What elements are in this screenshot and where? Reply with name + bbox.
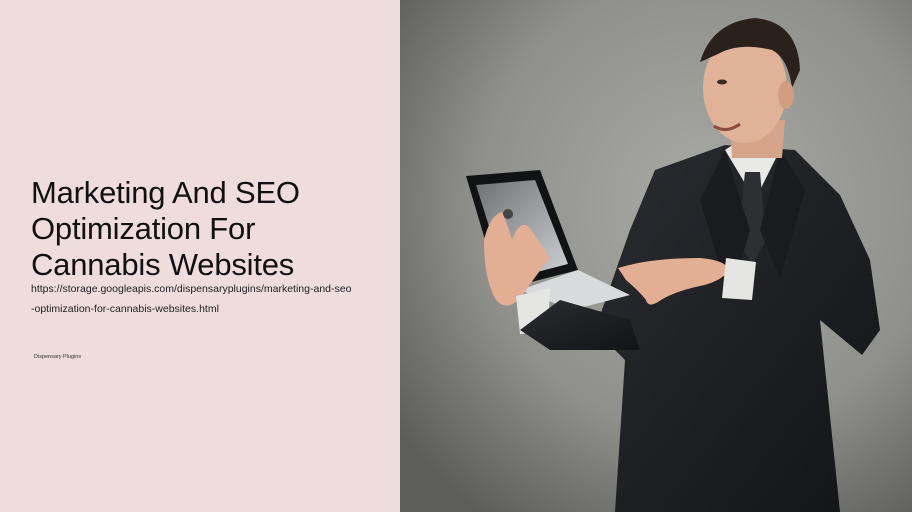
ear [778,81,794,109]
businessman-with-tablet-photo [400,0,912,512]
source-url-line-1[interactable]: https://storage.googleapis.com/dispensar… [31,282,351,296]
title-line-1: Marketing And SEO [31,175,300,210]
text-panel: Marketing And SEO Optimization For Canna… [0,0,400,512]
tablet-camera-icon [503,209,513,219]
brand-label: Dispensary Plugins [34,354,82,360]
eye [717,79,727,85]
page-title: Marketing And SEO Optimization For Canna… [31,175,381,283]
title-line-3: Cannabis Websites [31,247,295,282]
source-url-line-2[interactable]: -optimization-for-cannabis-websites.html [31,302,219,316]
title-line-2: Optimization For [31,211,256,246]
right-cuff [722,258,756,300]
